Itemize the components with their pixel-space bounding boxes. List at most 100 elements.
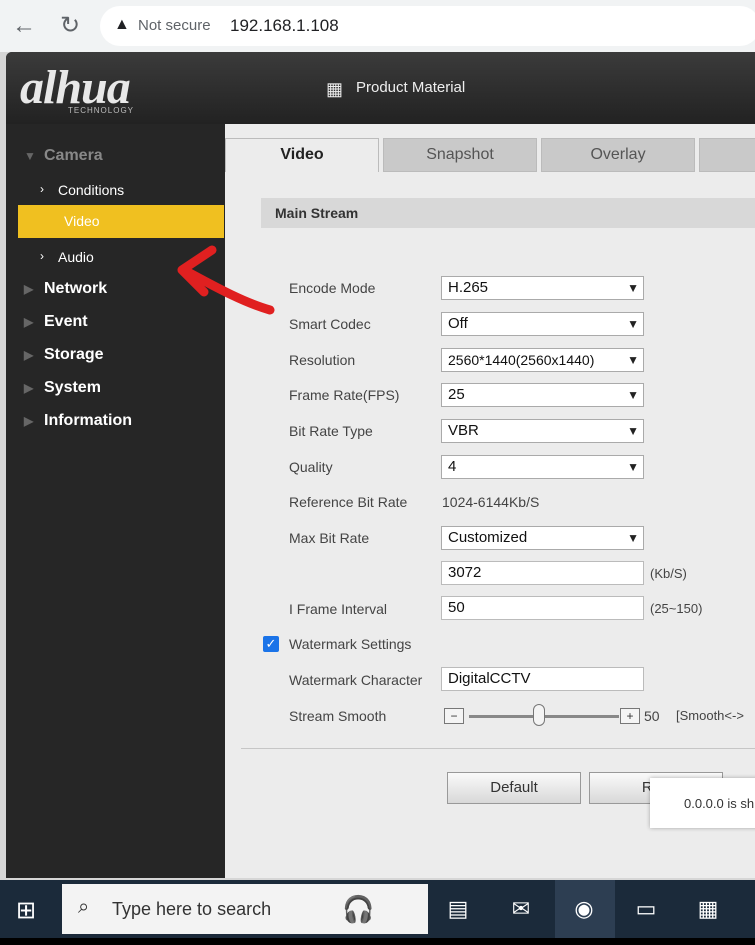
frame-rate-label: Frame Rate(FPS)	[289, 387, 400, 403]
stream-smooth-hint: [Smooth<->	[676, 708, 744, 723]
red-arrow-annotation	[177, 245, 275, 315]
outlook-icon[interactable]: ✉	[505, 894, 537, 924]
url-text[interactable]: 192.168.1.108	[230, 16, 339, 36]
back-arrow-icon[interactable]: ←	[8, 10, 40, 42]
sidebar-item-information[interactable]: ▶ Information	[6, 408, 225, 436]
watermark-character-input[interactable]: DigitalCCTV	[441, 667, 644, 691]
divider	[241, 748, 755, 749]
sidebar-label: Video	[64, 213, 100, 229]
store-icon[interactable]: ▦	[692, 894, 724, 924]
chevron-right-icon: ›	[40, 249, 44, 263]
sidebar-item-storage[interactable]: ▶ Storage	[6, 342, 225, 370]
quality-select[interactable]: 4 ▼	[441, 455, 644, 479]
resolution-label: Resolution	[289, 352, 356, 368]
select-value: Customized	[448, 529, 528, 546]
triangle-down-icon: ▼	[24, 149, 36, 163]
product-material-link[interactable]: Product Material	[356, 79, 465, 96]
chevron-down-icon: ▼	[627, 317, 639, 331]
max-bit-rate-select[interactable]: Customized ▼	[441, 526, 644, 550]
sidebar-item-conditions[interactable]: › Conditions	[6, 176, 225, 204]
tab-video[interactable]: Video	[225, 138, 379, 172]
not-secure-label: Not secure	[138, 17, 211, 34]
chevron-down-icon: ▼	[627, 460, 639, 474]
windows-taskbar: ⊞ ⌕ Type here to search 🎧 ▤ ✉ ◉ ▭ ▦	[0, 880, 755, 938]
triangle-right-icon: ▶	[24, 381, 34, 395]
sidebar-label: Network	[44, 280, 108, 297]
encode-mode-label: Encode Mode	[289, 280, 376, 296]
file-explorer-icon[interactable]: ▭	[630, 894, 662, 924]
sidebar-label: Storage	[44, 346, 104, 363]
search-placeholder: Type here to search	[112, 899, 272, 919]
sidebar: ▼ Camera › Conditions Video › Audio ▶ Ne…	[6, 124, 225, 878]
chevron-down-icon: ▼	[627, 388, 639, 402]
watermark-character-label: Watermark Character	[289, 672, 423, 688]
default-button[interactable]: Default	[447, 772, 581, 804]
section-title: Main Stream	[275, 205, 359, 221]
bit-rate-unit: (Kb/S)	[650, 566, 687, 581]
encode-mode-select[interactable]: H.265 ▼	[441, 276, 644, 300]
reload-icon[interactable]: ↻	[54, 10, 86, 42]
sidebar-label: System	[44, 379, 101, 396]
watermark-settings-label: Watermark Settings	[289, 636, 412, 652]
toast-text: 0.0.0.0 is sh	[684, 796, 755, 811]
resolution-select[interactable]: 2560*1440(2560x1440) ▼	[441, 348, 644, 372]
headphones-icon: 🎧	[342, 894, 375, 924]
taskbar-search[interactable]: ⌕ Type here to search 🎧	[62, 884, 428, 934]
select-value: H.265	[448, 279, 489, 296]
sidebar-item-camera[interactable]: ▼ Camera	[6, 143, 225, 171]
app-header: alhua TECHNOLOGY ▦ Product Material	[6, 52, 755, 124]
triangle-right-icon: ▶	[24, 282, 34, 296]
windows-start-icon[interactable]: ⊞	[16, 896, 36, 925]
frame-rate-select[interactable]: 25 ▼	[441, 383, 644, 407]
qr-code-icon[interactable]: ▦	[326, 78, 348, 100]
notification-toast[interactable]: 0.0.0.0 is sh	[650, 778, 755, 828]
logo-subtitle: TECHNOLOGY	[68, 106, 135, 115]
sidebar-label: Conditions	[58, 182, 125, 198]
reference-bit-rate-label: Reference Bit Rate	[289, 494, 408, 510]
bit-rate-type-select[interactable]: VBR ▼	[441, 419, 644, 443]
edge-browser-icon[interactable]: ◉	[568, 894, 600, 924]
bit-rate-type-label: Bit Rate Type	[289, 423, 373, 439]
select-value: 25	[448, 386, 465, 403]
main-content: Video Snapshot Overlay Main Stream Encod…	[225, 124, 755, 878]
tab-more[interactable]	[699, 138, 755, 172]
smart-codec-label: Smart Codec	[289, 316, 371, 332]
i-frame-interval-label: I Frame Interval	[289, 601, 388, 617]
chevron-down-icon: ▼	[627, 353, 639, 367]
triangle-right-icon: ▶	[24, 414, 34, 428]
custom-bit-rate-input[interactable]: 3072	[441, 561, 644, 585]
address-bar[interactable]: ▲ Not secure 192.168.1.108	[100, 6, 755, 46]
minus-icon[interactable]: −	[444, 708, 464, 724]
search-icon: ⌕	[78, 896, 90, 918]
sidebar-label: Audio	[58, 249, 94, 265]
plus-icon[interactable]: +	[620, 708, 640, 724]
chevron-down-icon: ▼	[627, 424, 639, 438]
stream-smooth-value: 50	[644, 708, 660, 724]
tab-snapshot[interactable]: Snapshot	[383, 138, 537, 172]
stream-smooth-label: Stream Smooth	[289, 708, 387, 724]
sidebar-item-system[interactable]: ▶ System	[6, 375, 225, 403]
max-bit-rate-label: Max Bit Rate	[289, 530, 370, 546]
task-view-icon[interactable]: ▤	[442, 894, 474, 924]
warning-icon: ▲	[114, 16, 130, 33]
sidebar-item-video[interactable]: Video	[18, 205, 224, 238]
quality-label: Quality	[289, 459, 333, 475]
smart-codec-select[interactable]: Off ▼	[441, 312, 644, 336]
select-value: VBR	[448, 422, 479, 439]
section-header: Main Stream	[261, 198, 755, 228]
triangle-right-icon: ▶	[24, 348, 34, 362]
reference-bit-rate-value: 1024-6144Kb/S	[442, 494, 540, 510]
sidebar-label: Camera	[44, 147, 103, 164]
stream-smooth-slider-handle[interactable]	[533, 704, 545, 726]
tab-bar: Video Snapshot Overlay	[225, 138, 755, 172]
chevron-down-icon: ▼	[627, 281, 639, 295]
i-frame-interval-input[interactable]: 50	[441, 596, 644, 620]
sidebar-label: Event	[44, 313, 88, 330]
watermark-checkbox[interactable]: ✓	[263, 636, 279, 652]
tab-overlay[interactable]: Overlay	[541, 138, 695, 172]
select-value: 2560*1440(2560x1440)	[448, 352, 595, 368]
chevron-down-icon: ▼	[627, 531, 639, 545]
page-area: alhua TECHNOLOGY ▦ Product Material ▼ Ca…	[0, 52, 755, 880]
select-value: 4	[448, 458, 457, 475]
select-value: Off	[448, 315, 468, 332]
